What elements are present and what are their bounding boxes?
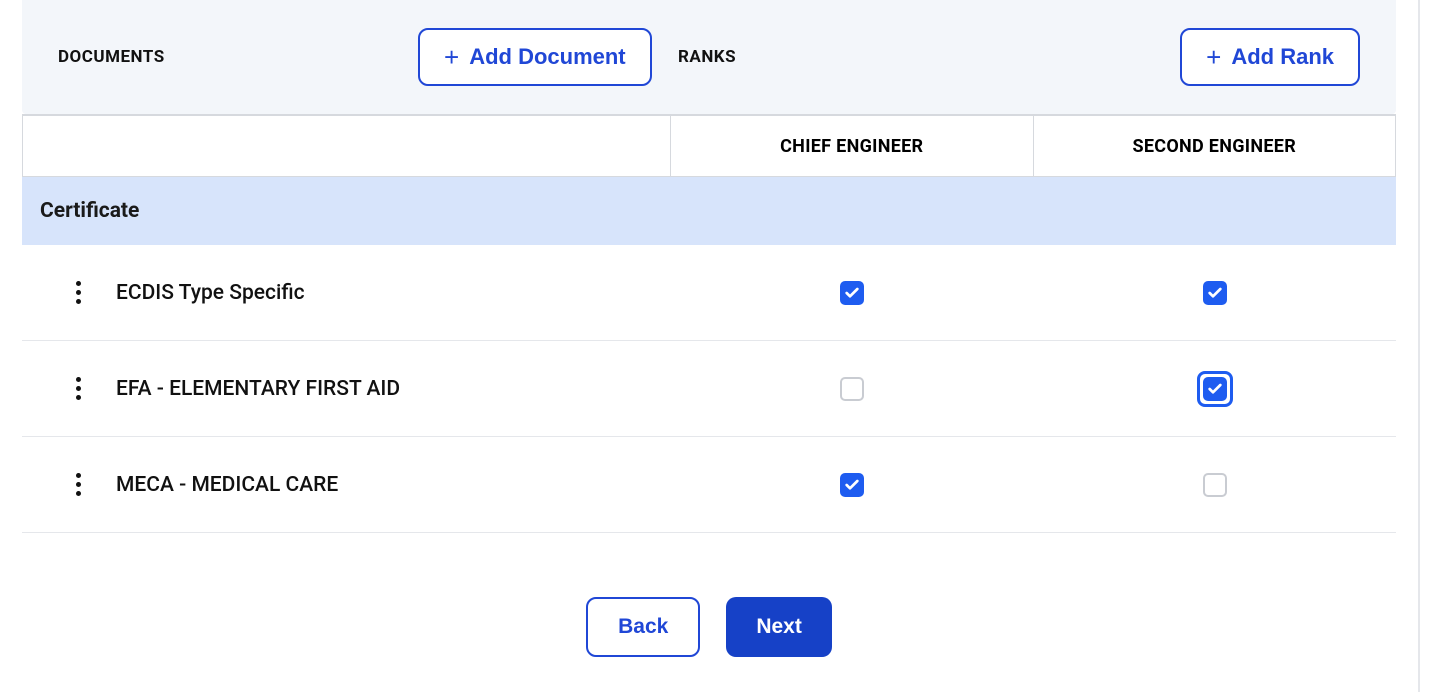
table-header-rank-second-engineer: SECOND ENGINEER <box>1034 116 1396 176</box>
table-row: MECA - MEDICAL CARE <box>22 437 1396 533</box>
document-cell: EFA - ELEMENTARY FIRST AID <box>22 375 670 403</box>
group-label: Certificate <box>40 199 139 223</box>
add-document-button[interactable]: + Add Document <box>418 28 652 86</box>
document-rows: ECDIS Type Specific EFA - ELEMENTARY FIR… <box>22 245 1396 533</box>
back-button[interactable]: Back <box>586 597 700 657</box>
checkbox[interactable] <box>1203 377 1227 401</box>
add-rank-button[interactable]: + Add Rank <box>1180 28 1360 86</box>
check-icon <box>1207 381 1223 397</box>
next-button[interactable]: Next <box>726 597 832 657</box>
rank-cell <box>1033 281 1396 305</box>
checkbox[interactable] <box>840 473 864 497</box>
table-row: ECDIS Type Specific <box>22 245 1396 341</box>
checkbox-focused <box>1197 371 1233 407</box>
checkbox[interactable] <box>840 281 864 305</box>
rank-cell <box>1033 371 1396 407</box>
plus-icon: + <box>1206 44 1221 70</box>
document-cell: MECA - MEDICAL CARE <box>22 471 670 499</box>
documents-heading: DOCUMENTS <box>58 47 165 67</box>
checkbox[interactable] <box>840 377 864 401</box>
check-icon <box>844 285 860 301</box>
kebab-icon[interactable] <box>68 471 88 499</box>
footer-actions: Back Next <box>0 597 1418 657</box>
table-row: EFA - ELEMENTARY FIRST AID <box>22 341 1396 437</box>
page-container: DOCUMENTS + Add Document RANKS + Add Ran… <box>0 0 1420 692</box>
check-icon <box>1207 285 1223 301</box>
document-name: MECA - MEDICAL CARE <box>116 473 338 497</box>
checkbox[interactable] <box>1203 281 1227 305</box>
ranks-heading: RANKS <box>678 47 736 67</box>
rank-cell <box>1033 473 1396 497</box>
rank-cell <box>670 473 1033 497</box>
add-rank-label: Add Rank <box>1231 44 1334 70</box>
table-header-documents-col <box>23 116 671 176</box>
checkbox[interactable] <box>1203 473 1227 497</box>
document-name: EFA - ELEMENTARY FIRST AID <box>116 377 400 401</box>
kebab-icon[interactable] <box>68 279 88 307</box>
document-cell: ECDIS Type Specific <box>22 279 670 307</box>
table-header-rank-chief-engineer: CHIEF ENGINEER <box>671 116 1034 176</box>
rank-cell <box>670 281 1033 305</box>
header-bar: DOCUMENTS + Add Document RANKS + Add Ran… <box>22 0 1396 114</box>
rank-cell <box>670 377 1033 401</box>
group-row-certificate: Certificate <box>22 177 1396 245</box>
document-name: ECDIS Type Specific <box>116 281 305 305</box>
table-header-row: CHIEF ENGINEER SECOND ENGINEER <box>22 114 1396 177</box>
kebab-icon[interactable] <box>68 375 88 403</box>
check-icon <box>844 477 860 493</box>
add-document-label: Add Document <box>469 44 625 70</box>
plus-icon: + <box>444 44 459 70</box>
